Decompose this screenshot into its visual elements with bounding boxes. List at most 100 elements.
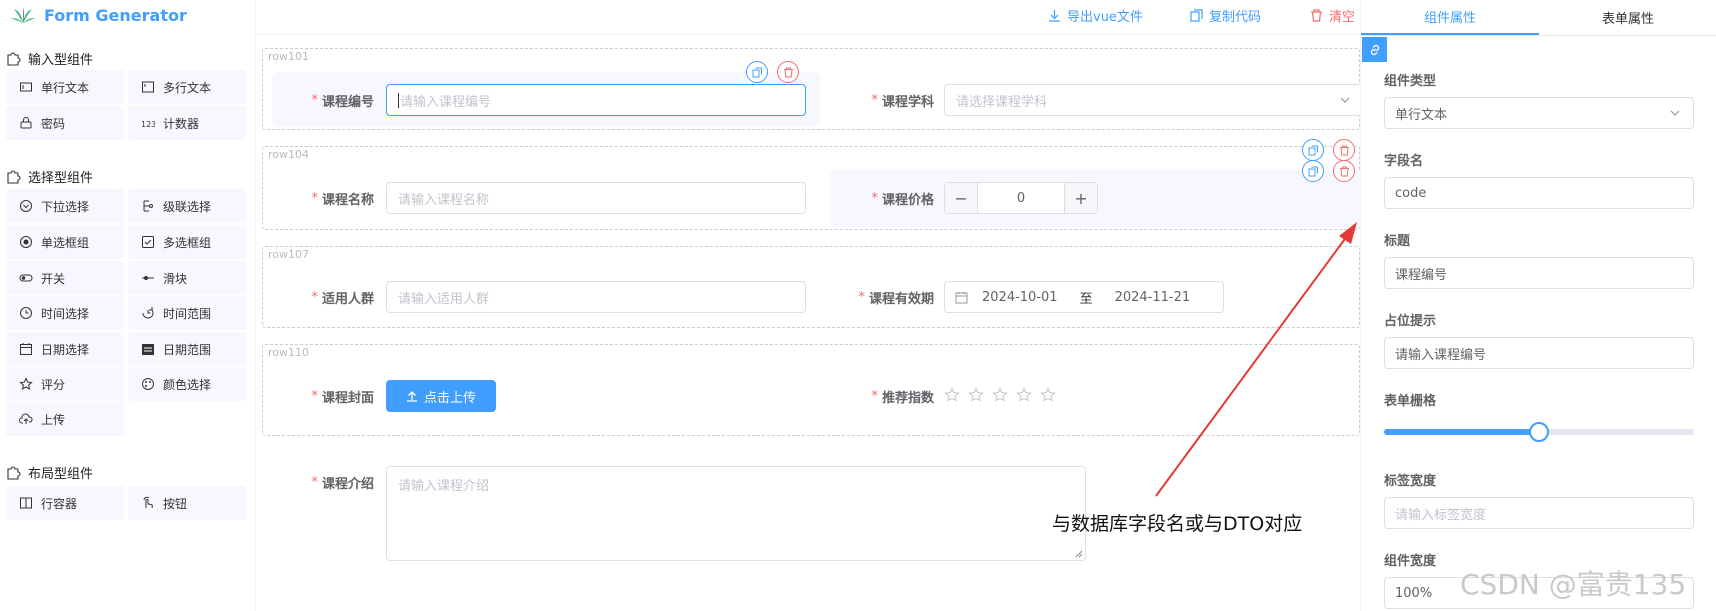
increment-button[interactable]: + [1065, 183, 1097, 213]
component-item-input[interactable]: 单行文本 [6, 70, 124, 104]
copy-item-button[interactable] [1302, 139, 1324, 161]
chevron-down-icon [1670, 110, 1680, 116]
audience-label-text: 适用人群 [321, 291, 374, 307]
copy-icon [1190, 8, 1203, 22]
delete-item-button[interactable] [1333, 139, 1355, 161]
number-icon: 123 [141, 116, 155, 130]
delete-item-button[interactable] [777, 61, 799, 83]
component-type-select[interactable]: 单行文本 [1384, 97, 1694, 129]
course-subject-select[interactable]: 请选择课程学科 [944, 84, 1364, 116]
field-name-input[interactable]: code [1384, 177, 1694, 209]
star-icon[interactable] [944, 387, 960, 403]
component-item-cascader[interactable]: 级联选择 [128, 189, 246, 223]
course-price-value[interactable]: 0 [977, 183, 1065, 213]
component-item-time[interactable]: 时间选择 [6, 296, 124, 330]
copy-item-button[interactable] [1302, 160, 1324, 182]
intro-label: * 课程介绍 [270, 466, 374, 498]
resize-handle-icon[interactable] [1075, 550, 1083, 558]
copy-code-button[interactable]: 复制代码 [1190, 5, 1261, 25]
watermark: CSDN @富贵135 [1460, 568, 1687, 601]
component-group-label: 布局型组件 [28, 466, 94, 482]
export-vue-button[interactable]: 导出vue文件 [1048, 5, 1143, 25]
intro-textarea[interactable]: 请输入课程介绍 [386, 466, 1086, 561]
title-label: 标题 [1384, 234, 1411, 249]
upload-cover-button[interactable]: 点击上传 [386, 380, 496, 412]
puzzle-icon [7, 170, 21, 184]
rate-icon [19, 377, 33, 391]
span-slider-handle[interactable] [1529, 422, 1549, 442]
decrement-button[interactable]: − [945, 183, 977, 213]
component-item-row[interactable]: 行容器 [6, 486, 124, 520]
course-code-input[interactable]: 请输入课程编号 [386, 84, 806, 116]
component-item-label: 密码 [41, 116, 66, 131]
delete-item-button[interactable] [1333, 160, 1355, 182]
app-title: Form Generator [44, 5, 187, 25]
component-item-label: 单选框组 [41, 235, 90, 250]
course-name-input[interactable]: 请输入课程名称 [386, 182, 806, 214]
validity-end[interactable]: 2024-11-21 [1115, 290, 1191, 305]
component-item-date[interactable]: 日期选择 [6, 332, 124, 366]
upload-icon [406, 391, 417, 402]
component-type-label: 组件类型 [1384, 74, 1437, 89]
component-item-textarea[interactable]: 多行文本 [128, 70, 246, 104]
star-icon[interactable] [968, 387, 984, 403]
textarea-icon [141, 80, 155, 94]
properties-panel: 组件属性 表单属性 组件类型 单行文本 字段名 code 标题 课程编号 占位提… [1360, 0, 1716, 611]
audience-placeholder: 请输入适用人群 [398, 291, 490, 307]
validity-start[interactable]: 2024-10-01 [982, 290, 1058, 305]
component-item-date-range[interactable]: 日期范围 [128, 332, 246, 366]
required-mark: * [311, 190, 318, 206]
placeholder-input[interactable]: 请输入课程编号 [1384, 337, 1694, 369]
tab-component-props[interactable]: 组件属性 [1361, 0, 1539, 35]
star-icon[interactable] [1016, 387, 1032, 403]
annotation-text: 与数据库字段名或与DTO对应 [1052, 513, 1303, 535]
copy-item-button[interactable] [746, 61, 768, 83]
component-item-radio[interactable]: 单选框组 [6, 225, 124, 259]
course-code-label: * 课程编号 [270, 84, 374, 116]
component-item-rate[interactable]: 评分 [6, 367, 124, 401]
course-name-label: * 课程名称 [270, 182, 374, 214]
course-price-stepper[interactable]: − 0 + [944, 182, 1098, 214]
component-item-switch[interactable]: 开关 [6, 261, 124, 295]
component-item-slider[interactable]: 滑块 [128, 261, 246, 295]
star-icon[interactable] [1040, 387, 1056, 403]
component-item-upload[interactable]: 上传 [6, 402, 124, 436]
component-item-select[interactable]: 下拉选择 [6, 189, 124, 223]
docs-link-button[interactable] [1362, 37, 1387, 62]
component-item-time-range[interactable]: 时间范围 [128, 296, 246, 330]
validity-date-range[interactable]: 2024-10-01 至 2024-11-21 [944, 281, 1224, 313]
puzzle-icon [7, 52, 21, 66]
component-group-title: 输入型组件 [6, 48, 93, 68]
component-sidebar: Form Generator 输入型组件 单行文本 多行文本 密码 123 计数器 选择型组… [0, 0, 256, 611]
time-icon [19, 306, 33, 320]
label-width-input[interactable]: 请输入标签宽度 [1384, 497, 1694, 529]
tab-form-props[interactable]: 表单属性 [1539, 0, 1716, 35]
row-tag: row104 [268, 148, 310, 161]
course-code-placeholder: 请输入课程编号 [400, 94, 492, 110]
component-item-label: 开关 [41, 271, 66, 286]
checkbox-icon [141, 235, 155, 249]
span-slider[interactable] [1384, 422, 1694, 442]
component-item-checkbox[interactable]: 多选框组 [128, 225, 246, 259]
audience-input[interactable]: 请输入适用人群 [386, 281, 806, 313]
component-item-button[interactable]: 按钮 [128, 486, 246, 520]
validity-label-text: 课程有效期 [868, 291, 934, 307]
component-width-value: 100% [1395, 585, 1433, 601]
component-item-number[interactable]: 123 计数器 [128, 106, 246, 140]
component-item-label: 时间范围 [163, 306, 212, 321]
title-input[interactable]: 课程编号 [1384, 257, 1694, 289]
calendar-icon [955, 291, 968, 303]
course-price-label-text: 课程价格 [881, 192, 934, 208]
component-item-color[interactable]: 颜色选择 [128, 367, 246, 401]
component-item-password[interactable]: 密码 [6, 106, 124, 140]
export-vue-label: 导出vue文件 [1067, 9, 1143, 25]
component-item-label: 多行文本 [163, 80, 212, 95]
clear-button[interactable]: 清空 [1310, 5, 1355, 25]
trash-icon [783, 67, 793, 77]
date-range-icon [141, 342, 155, 356]
rating-stars[interactable] [944, 387, 1056, 403]
leaf-logo-icon [11, 7, 35, 23]
cascader-icon [141, 199, 155, 213]
star-icon[interactable] [992, 387, 1008, 403]
required-mark: * [311, 289, 318, 305]
